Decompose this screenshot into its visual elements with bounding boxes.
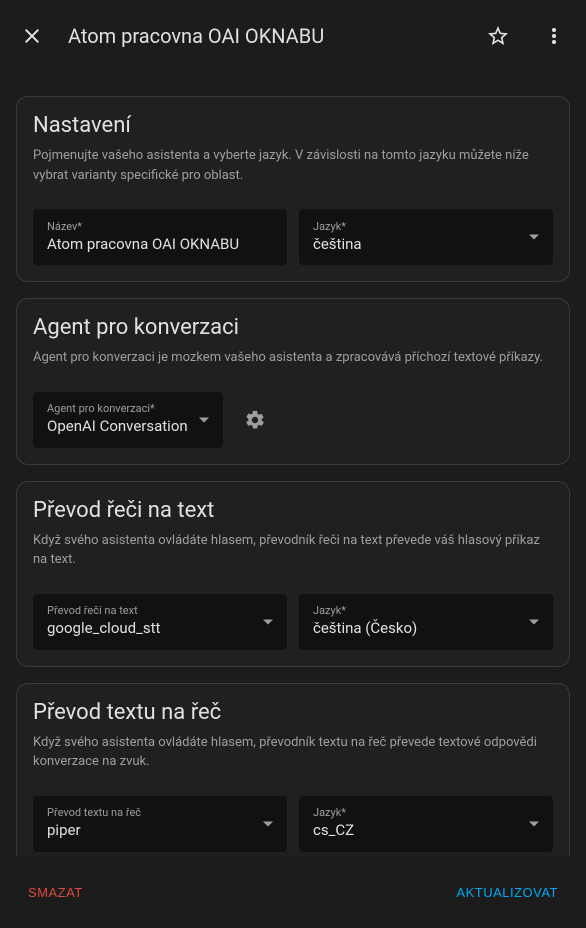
language-label: Jazyk* (313, 220, 539, 233)
settings-title: Nastavení (33, 113, 553, 138)
delete-button[interactable]: SMAZAT (24, 877, 87, 908)
tts-engine-select[interactable]: Převod textu na řeč piper (33, 796, 287, 852)
stt-language-select[interactable]: Jazyk* čeština (Česko) (299, 594, 553, 650)
agent-value: OpenAI Conversation (47, 417, 209, 435)
stt-language-value: čeština (Česko) (313, 619, 539, 637)
dots-vertical-icon (542, 24, 566, 48)
overflow-menu-button[interactable] (534, 16, 574, 56)
tts-engine-value: piper (47, 821, 273, 839)
stt-desc: Když svého asistenta ovládáte hlasem, př… (33, 531, 553, 570)
name-input[interactable]: Název* Atom pracovna OAI OKNABU (33, 209, 287, 265)
stt-engine-value: google_cloud_stt (47, 619, 273, 637)
tts-language-label: Jazyk* (313, 806, 539, 819)
chevron-down-icon (529, 619, 539, 624)
stt-title: Převod řeči na text (33, 498, 553, 523)
settings-desc: Pojmenujte vašeho asistenta a vyberte ja… (33, 146, 553, 185)
header: Atom pracovna OAI OKNABU (0, 0, 586, 72)
settings-card: Nastavení Pojmenujte vašeho asistenta a … (16, 96, 570, 282)
stt-engine-label: Převod řeči na text (47, 604, 273, 617)
chevron-down-icon (529, 235, 539, 240)
update-button[interactable]: AKTUALIZOVAT (452, 877, 562, 908)
gear-icon (244, 409, 266, 431)
footer: SMAZAT AKTUALIZOVAT (0, 856, 586, 928)
chevron-down-icon (529, 821, 539, 826)
stt-card: Převod řeči na text Když svého asistenta… (16, 481, 570, 667)
tts-card: Převod textu na řeč Když svého asistenta… (16, 683, 570, 857)
agent-select[interactable]: Agent pro konverzaci* OpenAI Conversatio… (33, 392, 223, 448)
name-value: Atom pracovna OAI OKNABU (47, 235, 273, 253)
agent-settings-button[interactable] (235, 409, 275, 431)
stt-language-label: Jazyk* (313, 604, 539, 617)
content-scroll[interactable]: Nastavení Pojmenujte vašeho asistenta a … (0, 72, 586, 856)
stt-engine-select[interactable]: Převod řeči na text google_cloud_stt (33, 594, 287, 650)
star-outline-icon (486, 24, 510, 48)
name-label: Název* (47, 220, 273, 233)
tts-language-value: cs_CZ (313, 821, 539, 839)
agent-card: Agent pro konverzaci Agent pro konverzac… (16, 298, 570, 465)
agent-label: Agent pro konverzaci* (47, 402, 209, 415)
language-select[interactable]: Jazyk* čeština (299, 209, 553, 265)
close-button[interactable] (12, 16, 52, 56)
close-icon (20, 24, 44, 48)
chevron-down-icon (199, 417, 209, 422)
chevron-down-icon (263, 619, 273, 624)
tts-language-select[interactable]: Jazyk* cs_CZ (299, 796, 553, 852)
favorite-button[interactable] (478, 16, 518, 56)
tts-engine-label: Převod textu na řeč (47, 806, 273, 819)
language-value: čeština (313, 235, 539, 253)
tts-desc: Když svého asistenta ovládáte hlasem, př… (33, 733, 553, 772)
page-title: Atom pracovna OAI OKNABU (68, 24, 462, 48)
tts-title: Převod textu na řeč (33, 700, 553, 725)
chevron-down-icon (263, 821, 273, 826)
agent-title: Agent pro konverzaci (33, 315, 553, 340)
agent-desc: Agent pro konverzaci je mozkem vašeho as… (33, 348, 553, 368)
